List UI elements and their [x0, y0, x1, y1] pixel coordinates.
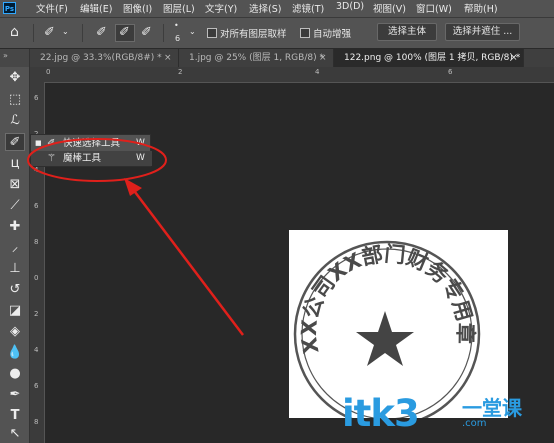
watermark-cn: 一堂课: [462, 396, 522, 420]
red-annotation: [27, 138, 244, 336]
highlight-ellipse: [27, 138, 167, 182]
annotation-arrow-line: [131, 187, 244, 336]
watermark-main: itk3: [342, 392, 420, 435]
arrow-head-icon: [124, 178, 142, 196]
watermark: itk3 一堂课 .com: [342, 392, 522, 442]
watermark-sub: .com: [462, 418, 487, 429]
